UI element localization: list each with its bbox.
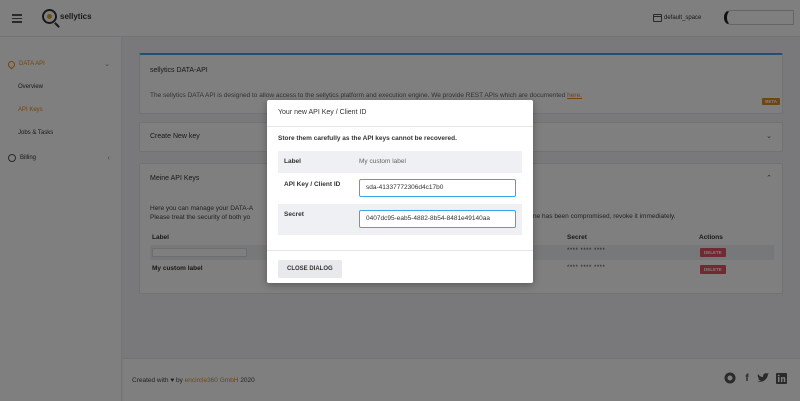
api-key-row: API Key / Client ID sda-41337772306d4c17… <box>278 174 522 204</box>
api-key-field[interactable]: sda-41337772306d4c17b0 <box>359 179 516 197</box>
divider <box>267 126 533 127</box>
dialog-warning: Store them carefully as the API keys can… <box>278 135 457 142</box>
label-value: My custom label <box>359 158 406 165</box>
api-key-caption: API Key / Client ID <box>284 181 341 188</box>
secret-field[interactable]: 0407dc95-eab5-4882-8b54-8481e49140aa <box>359 210 516 228</box>
api-key-dialog: Your new API Key / Client ID Store them … <box>267 100 533 283</box>
dialog-title: Your new API Key / Client ID <box>278 109 367 116</box>
secret-caption: Secret <box>284 211 304 218</box>
divider <box>267 250 533 251</box>
close-dialog-button[interactable]: CLOSE DIALOG <box>278 260 342 278</box>
secret-row: Secret 0407dc95-eab5-4882-8b54-8481e4914… <box>278 204 522 235</box>
label-row: Label My custom label <box>278 151 522 173</box>
label-caption: Label <box>284 158 301 165</box>
